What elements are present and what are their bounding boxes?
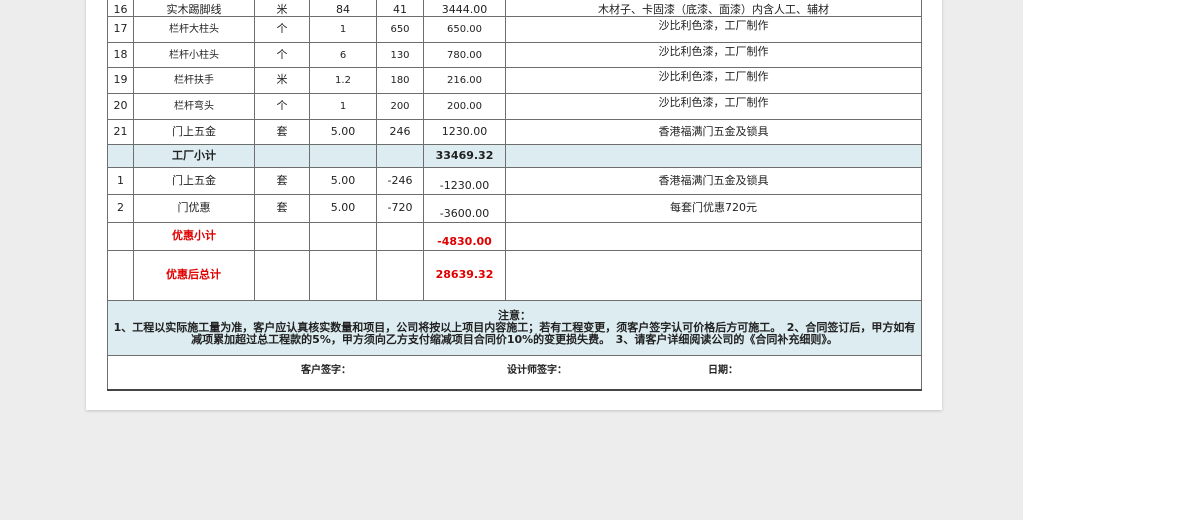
discount-row: 2 门优惠 套 5.00 -720 -3600.00 每套门优惠720元 <box>107 194 922 223</box>
item-name: 门上五金 <box>133 167 255 195</box>
item-unit-price: 650 <box>376 16 424 43</box>
row-number: 20 <box>107 93 134 120</box>
grand-total-label: 优惠后总计 <box>133 250 255 301</box>
item-total: -1230.00 <box>423 167 506 195</box>
item-quantity: 1.2 <box>309 67 377 94</box>
item-name: 栏杆弯头 <box>133 93 255 120</box>
discount-subtotal-total: -4830.00 <box>423 222 506 251</box>
item-unit: 个 <box>254 42 310 68</box>
item-note: 沙比利色漆，工厂制作 <box>505 67 922 94</box>
row-number: 16 <box>107 0 134 17</box>
item-name: 门上五金 <box>133 119 255 145</box>
designer-signature-label: 设计师签字： <box>507 365 567 376</box>
item-note: 沙比利色漆，工厂制作 <box>505 42 922 68</box>
factory-subtotal-label: 工厂小计 <box>133 144 255 168</box>
item-quantity: 5.00 <box>309 194 377 223</box>
date-label: 日期： <box>708 365 738 376</box>
item-unit: 套 <box>254 119 310 145</box>
grand-total-value: 28639.32 <box>423 250 506 301</box>
item-name: 栏杆大柱头 <box>133 16 255 43</box>
item-quantity: 5.00 <box>309 167 377 195</box>
quote-sheet-page: 16 实木踢脚线 米 84 41 3444.00 木材子、卡固漆（底漆、面漆）内… <box>86 0 942 410</box>
item-note: 沙比利色漆，工厂制作 <box>505 16 922 43</box>
item-unit: 套 <box>254 167 310 195</box>
row-number: 2 <box>107 194 134 223</box>
item-total: -3600.00 <box>423 194 506 223</box>
item-unit-price: 246 <box>376 119 424 145</box>
item-unit: 个 <box>254 93 310 120</box>
item-name: 栏杆扶手 <box>133 67 255 94</box>
factory-subtotal-total: 33469.32 <box>423 144 506 168</box>
item-quantity: 5.00 <box>309 119 377 145</box>
factory-subtotal-row: 工厂小计 33469.32 <box>107 144 922 168</box>
item-unit-price: 130 <box>376 42 424 68</box>
item-name: 实木踢脚线 <box>133 0 255 17</box>
right-pane <box>1023 0 1200 520</box>
item-quantity: 84 <box>309 0 377 17</box>
table-row: 20 栏杆弯头 个 1 200 200.00 沙比利色漆，工厂制作 <box>107 93 922 120</box>
table-row: 21 门上五金 套 5.00 246 1230.00 香港福满门五金及锁具 <box>107 119 922 145</box>
item-total: 3444.00 <box>423 0 506 17</box>
table-row: 17 栏杆大柱头 个 1 650 650.00 沙比利色漆，工厂制作 <box>107 16 922 43</box>
item-note: 木材子、卡固漆（底漆、面漆）内含人工、辅材 <box>505 0 922 17</box>
notice-body: 1、工程以实际施工量为准，客户应认真核实数量和项目，公司将按以上项目内容施工；若… <box>113 320 916 347</box>
row-number: 1 <box>107 167 134 195</box>
item-unit: 个 <box>254 16 310 43</box>
notice-block: 注意： 1、工程以实际施工量为准，客户应认真核实数量和项目，公司将按以上项目内容… <box>107 300 922 356</box>
row-number: 17 <box>107 16 134 43</box>
table-row: 19 栏杆扶手 米 1.2 180 216.00 沙比利色漆，工厂制作 <box>107 67 922 94</box>
item-quantity: 1 <box>309 16 377 43</box>
item-note: 沙比利色漆，工厂制作 <box>505 93 922 120</box>
customer-signature-label: 客户签字： <box>301 365 351 376</box>
item-quantity: 1 <box>309 93 377 120</box>
item-unit-price: 41 <box>376 0 424 17</box>
item-total: 216.00 <box>423 67 506 94</box>
row-number: 21 <box>107 119 134 145</box>
item-total: 200.00 <box>423 93 506 120</box>
item-quantity: 6 <box>309 42 377 68</box>
row-number: 18 <box>107 42 134 68</box>
item-total: 780.00 <box>423 42 506 68</box>
item-unit: 套 <box>254 194 310 223</box>
item-name: 门优惠 <box>133 194 255 223</box>
item-name: 栏杆小柱头 <box>133 42 255 68</box>
item-total: 650.00 <box>423 16 506 43</box>
item-total: 1230.00 <box>423 119 506 145</box>
table-row: 16 实木踢脚线 米 84 41 3444.00 木材子、卡固漆（底漆、面漆）内… <box>107 0 922 17</box>
row-number: 19 <box>107 67 134 94</box>
item-unit-price: -246 <box>376 167 424 195</box>
quote-table: 16 实木踢脚线 米 84 41 3444.00 木材子、卡固漆（底漆、面漆）内… <box>107 0 922 391</box>
signature-row: 客户签字： 设计师签字： 日期： <box>107 355 922 391</box>
item-unit-price: 200 <box>376 93 424 120</box>
item-unit-price: 180 <box>376 67 424 94</box>
discount-subtotal-row: 优惠小计 -4830.00 <box>107 222 922 251</box>
discount-subtotal-label: 优惠小计 <box>133 222 255 251</box>
item-unit: 米 <box>254 0 310 17</box>
table-row: 18 栏杆小柱头 个 6 130 780.00 沙比利色漆，工厂制作 <box>107 42 922 68</box>
item-unit-price: -720 <box>376 194 424 223</box>
notice-row: 注意： 1、工程以实际施工量为准，客户应认真核实数量和项目，公司将按以上项目内容… <box>107 300 922 356</box>
item-note: 香港福满门五金及锁具 <box>505 167 922 195</box>
item-note: 香港福满门五金及锁具 <box>505 119 922 145</box>
discount-row: 1 门上五金 套 5.00 -246 -1230.00 香港福满门五金及锁具 <box>107 167 922 195</box>
item-unit: 米 <box>254 67 310 94</box>
grand-total-row: 优惠后总计 28639.32 <box>107 250 922 301</box>
item-note: 每套门优惠720元 <box>505 194 922 223</box>
